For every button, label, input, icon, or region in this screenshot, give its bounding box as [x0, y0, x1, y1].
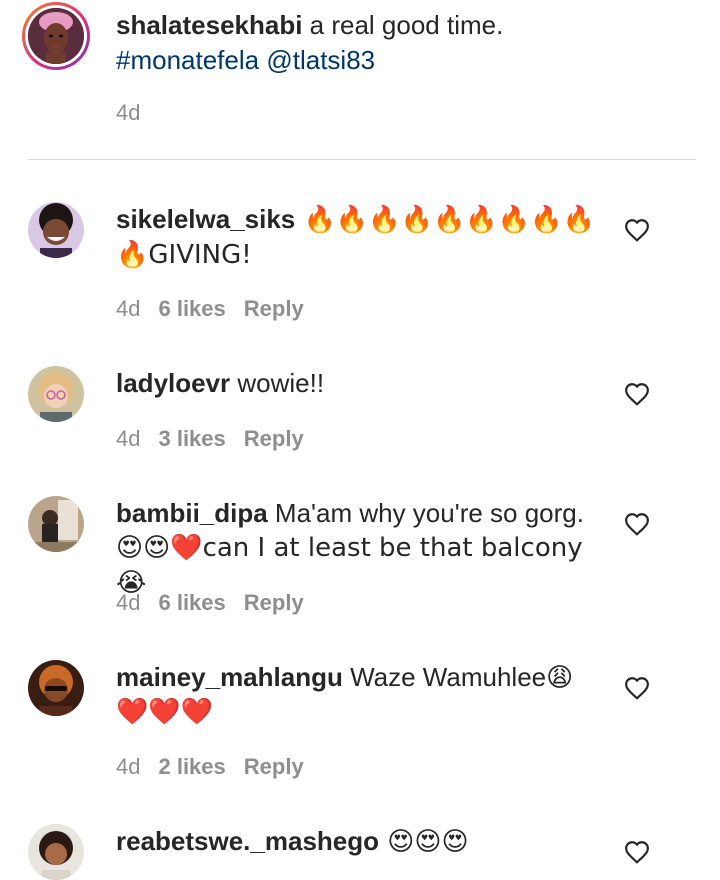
comment-body-line2: 🔥GIVING!	[116, 240, 252, 270]
comment-text: bambii_dipa Ma'am why you're so gorg. 😍😍…	[116, 496, 596, 600]
comment-body-line2: ❤️❤️❤️	[116, 697, 214, 727]
comment-avatar[interactable]	[28, 366, 84, 422]
heart-outline-icon[interactable]	[624, 840, 650, 864]
comment-avatar[interactable]	[28, 824, 84, 880]
caption-hashtag[interactable]: #monatefela	[116, 45, 259, 75]
comment-body: wowie!!	[230, 368, 325, 398]
reply-button[interactable]: Reply	[244, 426, 304, 451]
comment-username[interactable]: reabetswe._mashego	[116, 826, 379, 856]
comment-avatar[interactable]	[28, 202, 84, 258]
comment-body: Waze Wamuhlee😩	[342, 662, 574, 692]
comment-username[interactable]: sikelelwa_siks	[116, 204, 295, 234]
caption-username[interactable]: shalatesekhabi	[116, 10, 302, 40]
comments-screen: shalatesekhabi a real good time. #monate…	[0, 0, 720, 880]
comment-text: sikelelwa_siks 🔥🔥🔥🔥🔥🔥🔥🔥🔥 🔥GIVING!	[116, 202, 596, 272]
comment-body: 🔥🔥🔥🔥🔥🔥🔥🔥🔥	[295, 205, 595, 235]
caption-time: 4d	[116, 100, 141, 125]
comment-time: 4d	[116, 754, 141, 779]
comment-meta: 4d 3 likes Reply	[116, 426, 322, 452]
reply-button[interactable]: Reply	[244, 754, 304, 779]
comment-avatar[interactable]	[28, 660, 84, 716]
heart-outline-icon[interactable]	[624, 218, 650, 242]
caption-avatar-ring[interactable]	[22, 2, 90, 70]
comment-body-line2: 😍😍❤️can I at least be that balcony😭	[116, 533, 583, 598]
comment-username[interactable]: mainey_mahlangu	[116, 662, 343, 692]
comment-avatar-image	[28, 496, 84, 552]
comment-avatar-image	[28, 824, 84, 880]
reply-button[interactable]: Reply	[244, 590, 304, 615]
comment-text: reabetswe._mashego 😍😍😍	[116, 824, 596, 859]
comment-body: Ma'am why you're so gorg.	[267, 498, 584, 528]
caption-avatar-ring-inner	[25, 5, 87, 67]
comment-text: mainey_mahlangu Waze Wamuhlee😩 ❤️❤️❤️	[116, 660, 596, 729]
comment-text: ladyloevr wowie!!	[116, 366, 596, 400]
comment-avatar-image	[28, 202, 84, 258]
comment-likes[interactable]: 6 likes	[158, 590, 225, 615]
caption-avatar	[28, 8, 84, 64]
comment-meta: 4d 6 likes Reply	[116, 296, 322, 322]
post-caption: shalatesekhabi a real good time. #monate…	[0, 0, 720, 162]
caption-mention[interactable]: @tlatsi83	[266, 45, 375, 75]
heart-outline-icon[interactable]	[624, 512, 650, 536]
comment-meta: 4d 6 likes Reply	[116, 590, 322, 616]
comment-avatar-image	[28, 660, 84, 716]
heart-outline-icon[interactable]	[624, 382, 650, 406]
comment-likes[interactable]: 6 likes	[158, 296, 225, 321]
comment-likes[interactable]: 3 likes	[158, 426, 225, 451]
comment-body: 😍😍😍	[379, 827, 469, 857]
caption-body: a real good time.	[302, 10, 504, 40]
comment-avatar-image	[28, 366, 84, 422]
comment-time: 4d	[116, 590, 141, 615]
caption-divider	[28, 159, 696, 160]
comment-avatar[interactable]	[28, 496, 84, 552]
comment-meta: 4d 2 likes Reply	[116, 754, 322, 780]
caption-text: shalatesekhabi a real good time. #monate…	[116, 8, 676, 78]
comment-time: 4d	[116, 426, 141, 451]
caption-avatar-image	[28, 8, 84, 64]
reply-button[interactable]: Reply	[244, 296, 304, 321]
comment-username[interactable]: bambii_dipa	[116, 498, 268, 528]
comment-username[interactable]: ladyloevr	[116, 368, 230, 398]
comment-time: 4d	[116, 296, 141, 321]
comment-likes[interactable]: 2 likes	[158, 754, 225, 779]
heart-outline-icon[interactable]	[624, 676, 650, 700]
